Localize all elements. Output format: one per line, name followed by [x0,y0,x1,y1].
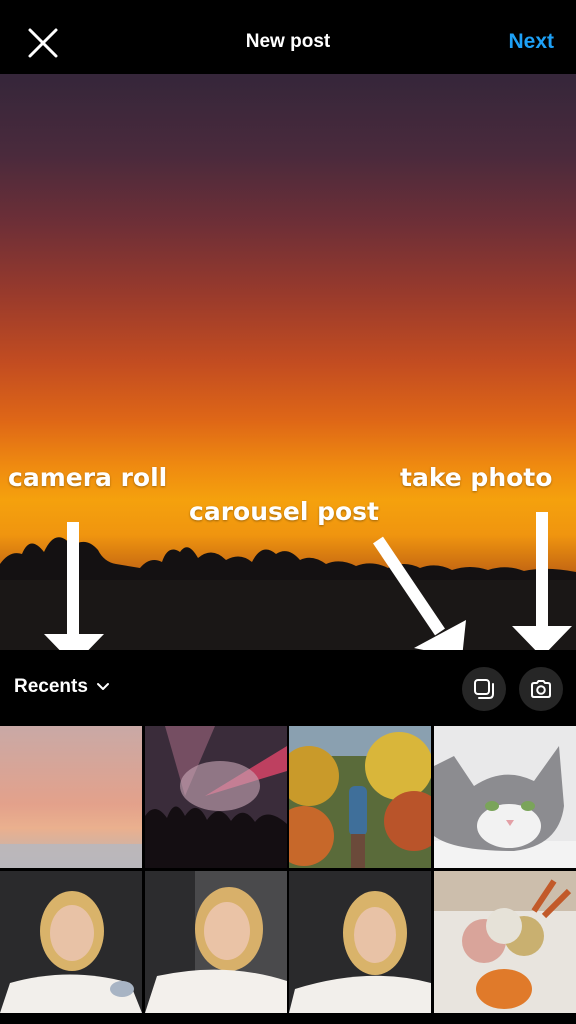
photo-grid [0,726,576,1024]
album-selector[interactable]: Recents [14,676,110,698]
thumbnail-selfie-3[interactable] [289,871,431,1013]
chevron-down-icon [96,683,109,690]
camera-icon [531,680,551,698]
thumbnail-selfie-2[interactable] [145,871,287,1013]
thumbnail-sunset-fog[interactable] [0,726,142,868]
ground-shadow [0,580,576,650]
tree-silhouette [0,537,576,650]
camera-button[interactable] [519,667,563,711]
thumbnail-selfie-1[interactable] [0,871,142,1013]
page-title: New post [245,31,331,52]
multi-select-icon [474,679,494,699]
thumbnail-hiker-autumn[interactable] [289,726,431,868]
album-label: Recents [14,676,88,697]
annotation-take-photo: take photo [400,463,553,492]
select-multiple-button[interactable] [462,667,506,711]
thumbnail-concert[interactable] [145,726,287,868]
annotation-camera-roll: camera roll [8,463,168,492]
thumbnail-flower-pumpkin[interactable] [434,871,576,1013]
thumbnail-cat[interactable] [434,726,576,868]
next-button[interactable]: Next [508,30,554,54]
annotation-carousel-post: carousel post [189,497,380,526]
gallery-toolbar: Recents [0,650,576,726]
selected-photo-preview [0,74,576,650]
